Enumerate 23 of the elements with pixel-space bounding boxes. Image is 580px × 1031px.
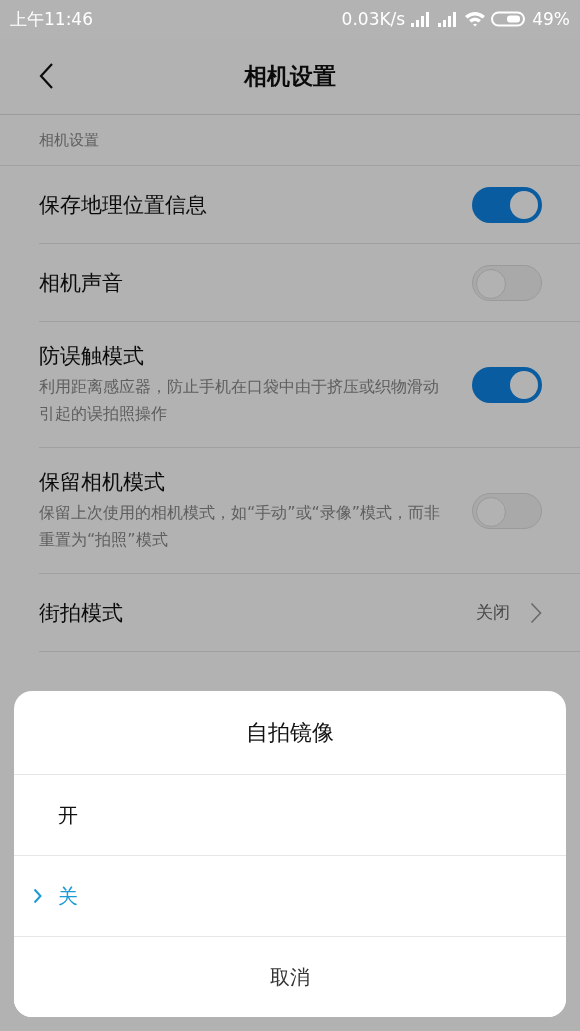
network-speed: 0.03K/s — [341, 9, 406, 29]
battery-level: 49% — [532, 9, 570, 29]
setting-title: 保留相机模式 — [39, 469, 166, 496]
toggle-switch[interactable] — [472, 366, 542, 403]
toggle-switch[interactable] — [472, 492, 542, 529]
setting-title: 街拍模式 — [39, 599, 124, 627]
page-title: 相机设置 — [244, 61, 336, 91]
setting-title: 防误触模式 — [39, 343, 145, 370]
section-label: 相机设置 — [0, 115, 580, 166]
dialog-title: 自拍镜像 — [14, 691, 566, 775]
setting-title: 相机声音 — [39, 269, 124, 297]
setting-description: 保留上次使用的相机模式，如“手动”或“录像”模式，而非重置为“拍照”模式 — [39, 502, 442, 551]
setting-title: 保存地理位置信息 — [39, 191, 208, 219]
status-time: 上午11:46 — [10, 7, 93, 31]
chevron-icon — [530, 601, 542, 624]
toggle-switch[interactable] — [472, 264, 542, 301]
setting-value: 关闭 — [476, 601, 510, 624]
toggle-switch[interactable] — [472, 186, 542, 223]
battery-icon — [491, 11, 528, 27]
dialog-option[interactable]: 开 — [14, 775, 566, 856]
wifi-icon — [464, 11, 487, 27]
setting-description: 利用距离感应器，防止手机在口袋中由于挤压或织物滑动引起的误拍照操作 — [39, 376, 440, 425]
chevron-icon — [33, 888, 42, 904]
